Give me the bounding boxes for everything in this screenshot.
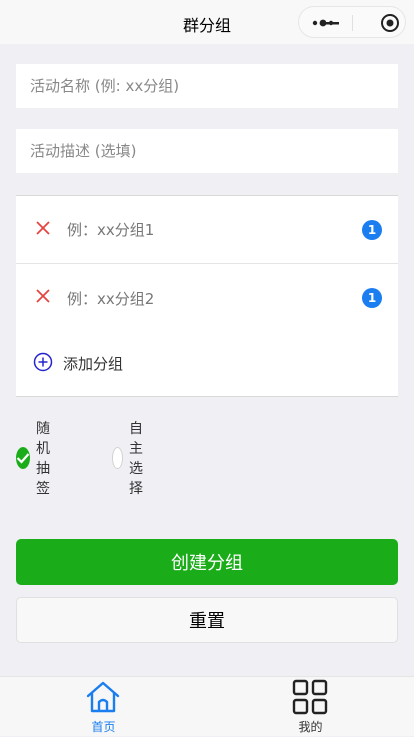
tab-home[interactable]: 首页 bbox=[0, 677, 207, 737]
group-name-input[interactable]: 例：xx分组1 bbox=[67, 219, 154, 240]
navigation-bar: 群分组 bbox=[0, 0, 414, 44]
group-row: 例：xx分组2 1 bbox=[16, 264, 398, 332]
group-count-badge: 1 bbox=[362, 219, 382, 240]
group-count-badge: 1 bbox=[362, 288, 382, 308]
group-name-input[interactable]: 例：xx分组2 bbox=[67, 288, 154, 309]
add-circle-icon bbox=[33, 352, 53, 372]
group-list: 例：xx分组1 1 例：xx分组2 1 添加分组 bbox=[16, 195, 398, 397]
activity-name-field bbox=[16, 64, 398, 108]
remove-group-icon[interactable] bbox=[36, 289, 50, 303]
activity-name-input[interactable] bbox=[28, 76, 372, 96]
close-miniprogram-icon[interactable] bbox=[380, 13, 400, 33]
tab-bar: 首页 我的 bbox=[0, 676, 414, 736]
radio-unchecked-icon bbox=[112, 447, 123, 469]
capsule-divider bbox=[352, 15, 353, 31]
tab-mine[interactable]: 我的 bbox=[207, 677, 414, 737]
add-group-button[interactable]: 添加分组 bbox=[16, 332, 398, 396]
radio-label: 随机抽签 bbox=[36, 421, 50, 497]
remove-group-icon[interactable] bbox=[36, 221, 50, 235]
mini-program-capsule bbox=[298, 6, 406, 38]
tab-label: 首页 bbox=[91, 720, 116, 734]
tab-label: 我的 bbox=[298, 720, 323, 734]
group-row: 例：xx分组1 1 bbox=[16, 196, 398, 264]
add-group-label: 添加分组 bbox=[63, 355, 124, 373]
radio-checked-icon bbox=[16, 447, 30, 469]
activity-desc-input[interactable] bbox=[28, 141, 372, 161]
radio-label: 自主选择 bbox=[128, 421, 143, 497]
home-icon bbox=[86, 681, 120, 713]
create-group-button[interactable]: 创建分组 bbox=[16, 539, 398, 585]
reset-button[interactable]: 重置 bbox=[16, 597, 398, 643]
minimize-icon[interactable] bbox=[323, 15, 341, 31]
radio-random-draw[interactable]: 随机抽签 bbox=[16, 421, 58, 497]
activity-desc-field bbox=[16, 129, 398, 173]
grid-icon bbox=[292, 679, 328, 715]
radio-self-select[interactable]: 自主选择 bbox=[112, 421, 154, 497]
